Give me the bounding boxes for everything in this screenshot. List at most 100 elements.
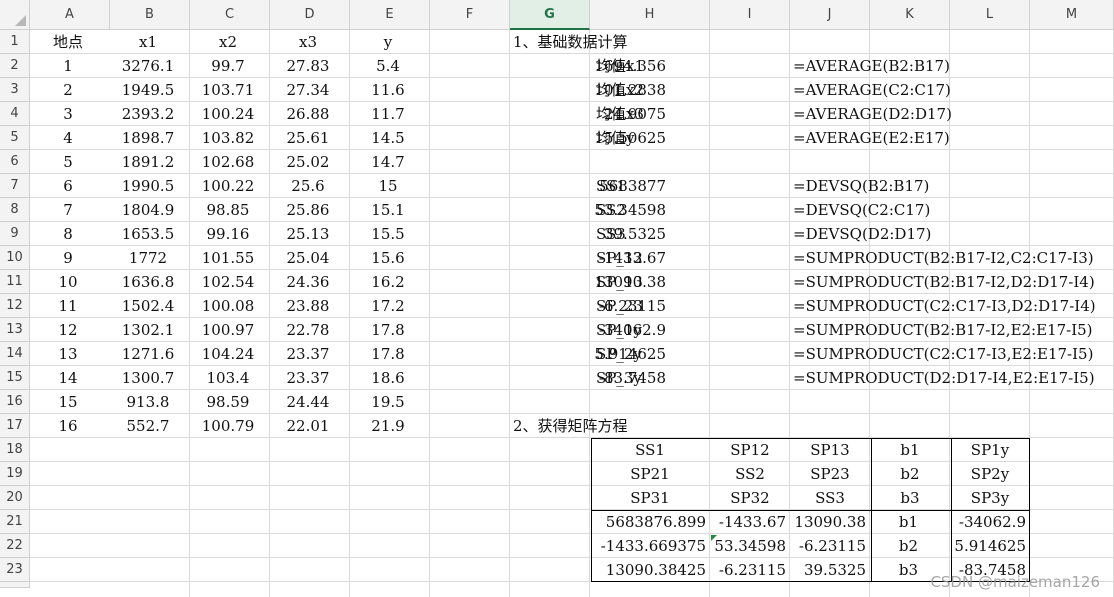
data-cell[interactable]: 15 [350, 174, 426, 198]
data-cell[interactable]: 27.83 [270, 54, 346, 78]
row-header-17[interactable]: 17 [0, 414, 30, 438]
data-cell[interactable]: 2 [30, 78, 106, 102]
data-cell[interactable]: 1300.7 [110, 366, 186, 390]
data-cell[interactable]: 1 [30, 54, 106, 78]
data-cell[interactable]: 5.4 [350, 54, 426, 78]
data-cell[interactable]: 1949.5 [110, 78, 186, 102]
row-header-14[interactable]: 14 [0, 342, 30, 366]
matrix-value-cell[interactable]: 5683876.899 [590, 510, 706, 534]
matrix-symbol-cell[interactable]: b3 [870, 486, 950, 510]
data-cell[interactable]: 17.8 [350, 342, 426, 366]
data-header-cell[interactable]: y [350, 30, 426, 54]
matrix-symbol-cell[interactable]: SP2y [950, 462, 1030, 486]
data-cell[interactable]: 22.01 [270, 414, 346, 438]
data-cell[interactable]: 7 [30, 198, 106, 222]
data-cell[interactable]: 24.44 [270, 390, 346, 414]
data-header-cell[interactable]: x2 [190, 30, 266, 54]
data-cell[interactable]: 13 [30, 342, 106, 366]
data-cell[interactable]: 15.6 [350, 246, 426, 270]
data-cell[interactable]: 9 [30, 246, 106, 270]
row-header-15[interactable]: 15 [0, 366, 30, 390]
data-cell[interactable]: 11.7 [350, 102, 426, 126]
row-header-18[interactable]: 18 [0, 438, 30, 462]
row-header-20[interactable]: 20 [0, 486, 30, 510]
data-header-cell[interactable]: x3 [270, 30, 346, 54]
formula-text[interactable]: =SUMPRODUCT(B2:B17-I2,D2:D17-I4) [790, 270, 1114, 294]
stat-value[interactable]: -6.23115 [590, 294, 666, 318]
matrix-symbol-cell[interactable]: SP3y [950, 486, 1030, 510]
column-header-a[interactable]: A [30, 0, 110, 30]
formula-text[interactable]: =DEVSQ(C2:C17) [790, 198, 1114, 222]
matrix-symbol-cell[interactable]: b2 [870, 462, 950, 486]
stat-value[interactable]: 5.914625 [590, 342, 666, 366]
stat-value[interactable]: 13090.38 [590, 270, 666, 294]
stat-value[interactable]: 5683877 [590, 174, 666, 198]
matrix-value-cell[interactable]: b2 [870, 534, 947, 558]
data-cell[interactable]: 100.08 [190, 294, 266, 318]
matrix-value-cell[interactable]: 39.5325 [790, 558, 866, 582]
formula-text[interactable]: =SUMPRODUCT(C2:C17-I3,D2:D17-I4) [790, 294, 1114, 318]
column-header-f[interactable]: F [430, 0, 510, 30]
data-cell[interactable]: 27.34 [270, 78, 346, 102]
data-cell[interactable]: 552.7 [110, 414, 186, 438]
data-cell[interactable]: 25.02 [270, 150, 346, 174]
data-cell[interactable]: 14.5 [350, 126, 426, 150]
column-header-k[interactable]: K [870, 0, 950, 30]
matrix-value-cell[interactable]: -34062.9 [950, 510, 1026, 534]
row-header-8[interactable]: 8 [0, 198, 30, 222]
matrix-value-cell[interactable]: 13090.38 [790, 510, 866, 534]
data-cell[interactable]: 22.78 [270, 318, 346, 342]
section1-title[interactable]: 1、基础数据计算 [510, 30, 773, 54]
formula-text[interactable]: =SUMPRODUCT(D2:D17-I4,E2:E17-I5) [790, 366, 1114, 390]
column-header-g[interactable]: G [510, 0, 590, 30]
data-cell[interactable]: 1804.9 [110, 198, 186, 222]
data-cell[interactable]: 11 [30, 294, 106, 318]
matrix-symbol-cell[interactable]: b1 [870, 438, 950, 462]
data-cell[interactable]: 25.61 [270, 126, 346, 150]
matrix-symbol-cell[interactable]: SP13 [790, 438, 870, 462]
data-cell[interactable]: 25.04 [270, 246, 346, 270]
data-cell[interactable]: 23.37 [270, 366, 346, 390]
row-header-6[interactable]: 6 [0, 150, 30, 174]
row-header-10[interactable]: 10 [0, 246, 30, 270]
row-header-23[interactable]: 23 [0, 558, 30, 582]
column-header-b[interactable]: B [110, 0, 190, 30]
formula-text[interactable]: =SUMPRODUCT(C2:C17-I3,E2:E17-I5) [790, 342, 1114, 366]
stat-value[interactable]: 15.50625 [590, 126, 666, 150]
stat-value[interactable]: 24.9075 [590, 102, 666, 126]
data-cell[interactable]: 103.82 [190, 126, 266, 150]
data-cell[interactable]: 4 [30, 126, 106, 150]
formula-text[interactable]: =SUMPRODUCT(B2:B17-I2,C2:C17-I3) [790, 246, 1114, 270]
data-cell[interactable]: 100.97 [190, 318, 266, 342]
data-cell[interactable]: 1271.6 [110, 342, 186, 366]
data-cell[interactable]: 21.9 [350, 414, 426, 438]
stat-value[interactable]: -1433.67 [590, 246, 666, 270]
formula-text[interactable]: =DEVSQ(B2:B17) [790, 174, 1114, 198]
data-cell[interactable]: 26.88 [270, 102, 346, 126]
data-cell[interactable]: 1636.8 [110, 270, 186, 294]
matrix-value-cell[interactable]: -1433.67 [710, 510, 786, 534]
data-cell[interactable]: 23.88 [270, 294, 346, 318]
data-cell[interactable]: 99.16 [190, 222, 266, 246]
data-cell[interactable]: 913.8 [110, 390, 186, 414]
matrix-value-cell[interactable]: 53.34598 [710, 534, 786, 558]
column-header-d[interactable]: D [270, 0, 350, 30]
column-header-e[interactable]: E [350, 0, 430, 30]
column-header-h[interactable]: H [590, 0, 710, 30]
matrix-symbol-cell[interactable]: SP32 [710, 486, 790, 510]
row-header-19[interactable]: 19 [0, 462, 30, 486]
matrix-symbol-cell[interactable]: SP31 [590, 486, 710, 510]
data-cell[interactable]: 99.7 [190, 54, 266, 78]
formula-text[interactable]: =AVERAGE(B2:B17) [790, 54, 1114, 78]
data-cell[interactable]: 25.6 [270, 174, 346, 198]
matrix-value-cell[interactable]: -6.23115 [790, 534, 866, 558]
stat-value[interactable]: 53.34598 [590, 198, 666, 222]
data-cell[interactable]: 102.54 [190, 270, 266, 294]
data-cell[interactable]: 24.36 [270, 270, 346, 294]
data-cell[interactable]: 1990.5 [110, 174, 186, 198]
data-cell[interactable]: 11.6 [350, 78, 426, 102]
row-header-7[interactable]: 7 [0, 174, 30, 198]
row-header-21[interactable]: 21 [0, 510, 30, 534]
data-cell[interactable]: 19.5 [350, 390, 426, 414]
matrix-value-cell[interactable]: 13090.38425 [590, 558, 706, 582]
